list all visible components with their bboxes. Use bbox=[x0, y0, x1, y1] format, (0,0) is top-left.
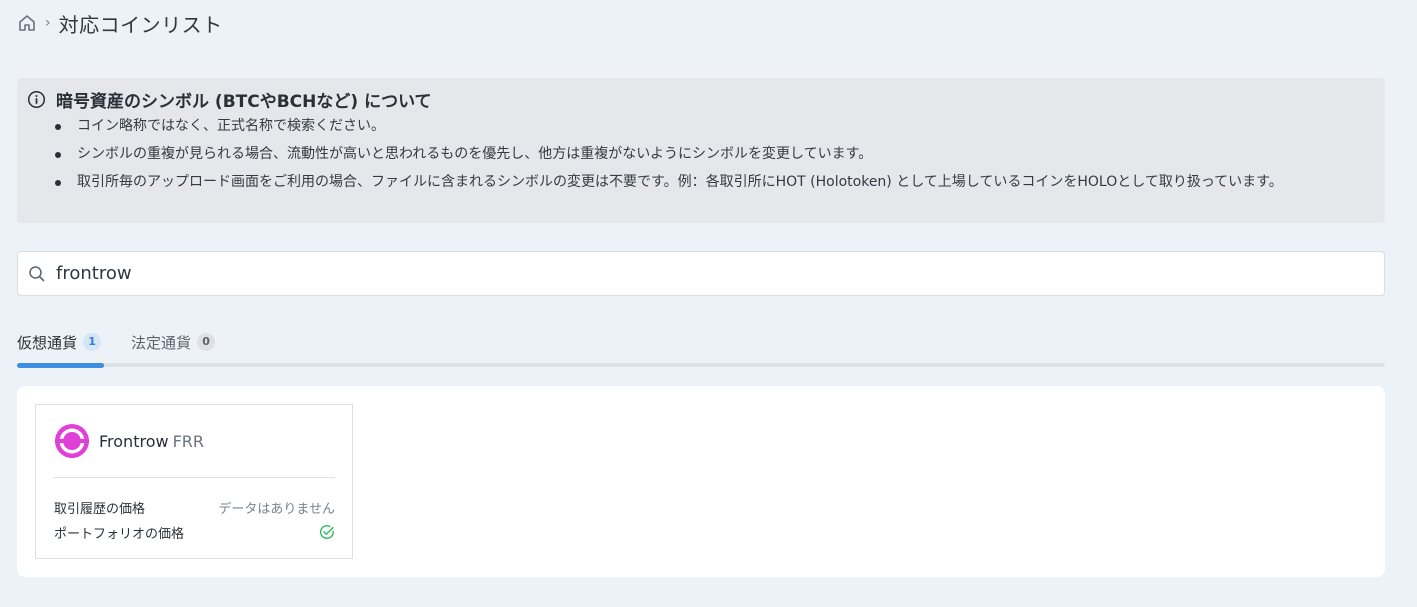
frontrow-logo-icon bbox=[54, 423, 90, 459]
tab-crypto[interactable]: 仮想通貨 1 bbox=[17, 328, 102, 356]
coin-header: Frontrow FRR bbox=[54, 423, 204, 459]
page-title: 対応コインリスト bbox=[58, 12, 223, 37]
breadcrumb-separator: › bbox=[45, 15, 51, 31]
row-label: ポートフォリオの価格 bbox=[54, 526, 185, 542]
coin-symbol: FRR bbox=[172, 431, 205, 451]
tab-fiat[interactable]: 法定通貨 0 bbox=[131, 328, 216, 356]
home-icon[interactable] bbox=[17, 13, 37, 33]
info-item: 取引所毎のアップロード画面をご利用の場合、ファイルに含まれるシンボルの変更は不要… bbox=[55, 170, 1365, 194]
coin-name: Frontrow bbox=[99, 431, 169, 451]
info-list: コイン略称ではなく、正式名称で検索ください。 シンボルの重複が見られる場合、流動… bbox=[27, 114, 1365, 194]
divider bbox=[54, 477, 335, 478]
tab-count-badge: 0 bbox=[197, 333, 216, 351]
info-item: シンボルの重複が見られる場合、流動性が高いと思われるものを優先し、他方は重複がな… bbox=[55, 142, 1365, 166]
info-title: 暗号資産のシンボル (BTCやBCHなど) について bbox=[56, 91, 432, 112]
search-icon bbox=[28, 265, 46, 283]
info-icon bbox=[27, 90, 46, 109]
symbol-info-box: 暗号資産のシンボル (BTCやBCHなど) について コイン略称ではなく、正式名… bbox=[17, 78, 1385, 223]
tab-track bbox=[17, 363, 1385, 367]
info-header: 暗号資産のシンボル (BTCやBCHなど) について bbox=[27, 88, 1365, 112]
check-circle-icon bbox=[319, 524, 335, 540]
portfolio-price-row: ポートフォリオの価格 bbox=[54, 522, 335, 542]
info-item: コイン略称ではなく、正式名称で検索ください。 bbox=[55, 114, 1365, 138]
results-panel: Frontrow FRR 取引履歴の価格 データはありません ポートフォリオの価… bbox=[17, 386, 1385, 577]
row-label: 取引履歴の価格 bbox=[54, 501, 146, 517]
coin-card[interactable]: Frontrow FRR 取引履歴の価格 データはありません ポートフォリオの価… bbox=[35, 404, 353, 559]
tab-label: 法定通貨 bbox=[131, 333, 192, 352]
active-tab-indicator bbox=[17, 363, 104, 368]
search-input[interactable] bbox=[54, 262, 1338, 285]
currency-tabs: 仮想通貨 1 法定通貨 0 bbox=[17, 328, 1385, 368]
trade-history-price-row: 取引履歴の価格 データはありません bbox=[54, 497, 335, 517]
tab-count-badge: 1 bbox=[83, 333, 102, 351]
tab-label: 仮想通貨 bbox=[17, 333, 78, 352]
breadcrumb: › 対応コインリスト bbox=[17, 9, 223, 37]
row-value: データはありません bbox=[218, 501, 335, 517]
search-box[interactable] bbox=[17, 251, 1385, 296]
